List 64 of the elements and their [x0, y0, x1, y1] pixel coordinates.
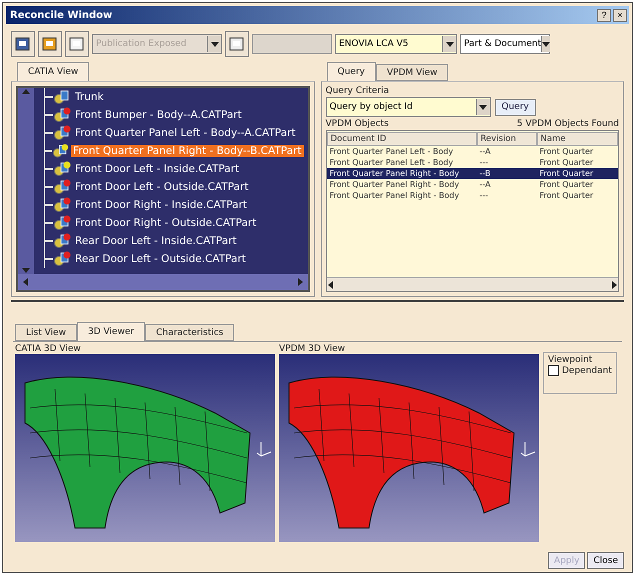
tab[interactable]: CATIA View: [17, 62, 90, 81]
tab[interactable]: VPDM View: [376, 64, 448, 81]
scroll-left-icon: [22, 278, 30, 286]
help-button[interactable]: ?: [597, 8, 611, 22]
query-dropdown[interactable]: Query by object Id: [326, 97, 490, 117]
dialog-button[interactable]: Close: [587, 552, 624, 569]
dropdown-arrow-icon: [479, 103, 487, 111]
server-dropdown[interactable]: ENOVIA LCA V5: [335, 34, 457, 54]
3d-viewport[interactable]: [279, 354, 539, 542]
window-title: Reconcile Window: [10, 10, 112, 20]
part-status-icon: [53, 251, 71, 267]
table-row[interactable]: Front Quarter Panel Left - Body --A Front Quarter: [326, 146, 618, 157]
group-title: Viewpoint: [548, 355, 592, 365]
part-status-icon: [53, 179, 71, 195]
dropdown-arrow-icon: [210, 40, 218, 48]
part-status-icon: [53, 215, 71, 231]
tree-item[interactable]: Front Door Left - Inside.CATPart: [73, 163, 242, 175]
checkbox-label: Dependant: [562, 366, 612, 376]
column-header[interactable]: Name: [536, 132, 618, 146]
column-header[interactable]: Document ID: [326, 132, 476, 146]
scope-dropdown[interactable]: Part & Document: [460, 34, 550, 54]
column-header[interactable]: Revision: [476, 132, 536, 146]
tab[interactable]: Query: [326, 62, 376, 81]
tree-item[interactable]: Front Door Right - Inside.CATPart: [73, 199, 250, 211]
document-button[interactable]: [65, 31, 89, 57]
table-row[interactable]: Front Quarter Panel Left - Body --- Front Quarter: [326, 157, 618, 168]
query-button[interactable]: Query: [494, 98, 536, 116]
table-row[interactable]: Front Quarter Panel Right - Body --A Front Quarter: [326, 179, 618, 190]
tree-item[interactable]: Rear Door Left - Outside.CATPart: [73, 253, 248, 265]
dropdown-arrow-icon: [446, 40, 454, 48]
viewer-label: CATIA 3D View: [15, 344, 82, 354]
close-button[interactable]: ×: [613, 8, 627, 22]
save-button[interactable]: [11, 31, 35, 57]
checkbox[interactable]: [548, 365, 559, 376]
scroll-right-icon: [296, 278, 304, 286]
part-status-icon: [53, 161, 71, 177]
scroll-left-icon: [326, 280, 334, 288]
section-label: Query Criteria: [326, 86, 390, 96]
tab[interactable]: Characteristics: [145, 324, 234, 341]
table-row[interactable]: Front Quarter Panel Right - Body --B Front Quarter: [326, 168, 618, 179]
publication-button[interactable]: [225, 31, 249, 57]
open-button[interactable]: [38, 31, 62, 57]
viewer-label: VPDM 3D View: [279, 344, 346, 354]
tree-item[interactable]: Front Bumper - Body--A.CATPart: [73, 109, 244, 121]
3d-viewport[interactable]: [15, 354, 275, 542]
scroll-up-icon: [22, 88, 30, 96]
result-count: 5 VPDM Objects Found: [516, 119, 619, 129]
scroll-right-icon: [610, 280, 618, 288]
part-status-icon: [53, 89, 71, 105]
tab[interactable]: List View: [15, 324, 77, 341]
tab[interactable]: 3D Viewer: [76, 322, 146, 341]
table-row[interactable]: Front Quarter Panel Right - Body --- Front Quarter: [326, 190, 618, 201]
part-status-icon: [53, 233, 71, 249]
dropdown-arrow-icon: [542, 40, 550, 48]
tree-item[interactable]: Front Quarter Panel Left - Body--A.CATPart: [73, 127, 298, 139]
part-status-icon: [53, 197, 71, 213]
part-status-icon: [53, 125, 71, 141]
part-status-icon: [52, 143, 70, 159]
section-label: VPDM Objects: [326, 119, 389, 129]
tree-item[interactable]: Front Door Left - Outside.CATPart: [73, 181, 250, 193]
part-status-icon: [53, 107, 71, 123]
tree-item[interactable]: Rear Door Left - Inside.CATPart: [73, 235, 239, 247]
tree-item[interactable]: Front Door Right - Outside.CATPart: [73, 217, 258, 229]
tree-item[interactable]: Trunk: [73, 91, 106, 103]
